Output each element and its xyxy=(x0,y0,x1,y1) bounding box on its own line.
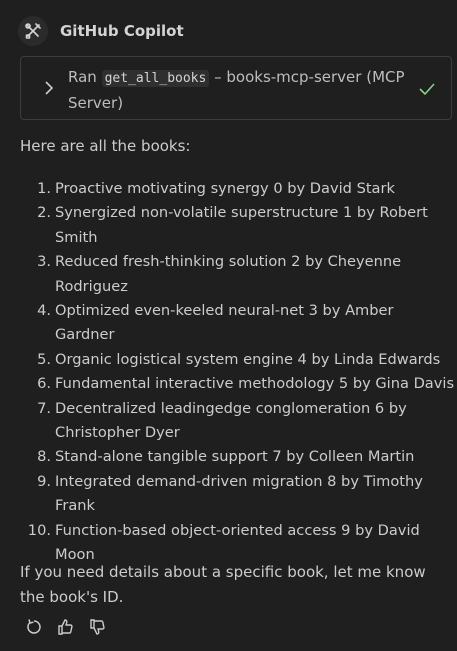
book-number: 5. xyxy=(37,350,51,368)
book-list: 1. Proactive motivating synergy 0 by Davi… xyxy=(20,177,457,568)
book-list-item: 6. Fundamental interactive methodology 5 … xyxy=(20,372,457,396)
book-title: Optimized even-keeled neural-net 3 by Am… xyxy=(55,302,394,344)
book-list-item: 2. Synergized non-volatile superstructure… xyxy=(20,201,457,250)
thumbs-down-button[interactable] xyxy=(88,617,108,637)
book-title: Decentralized leadingedge conglomeration… xyxy=(55,399,407,442)
message-actions xyxy=(24,617,108,637)
thumbs-up-icon[interactable] xyxy=(57,618,75,636)
chevron-right-icon[interactable] xyxy=(43,80,55,96)
check-icon xyxy=(419,83,435,96)
book-title: Fundamental interactive methodology 5 by… xyxy=(55,375,455,393)
retry-button[interactable] xyxy=(24,617,44,637)
book-number: 4. xyxy=(37,302,51,320)
book-number: 2. xyxy=(37,204,51,222)
book-title: Integrated demand-driven migration 8 by … xyxy=(55,472,423,515)
book-list-item: 8. Stand-alone tangible support 7 by Coll… xyxy=(20,445,457,469)
tool-call-prefix: Ran xyxy=(68,68,97,86)
book-number: 7. xyxy=(37,399,51,417)
book-number: 10. xyxy=(27,521,51,539)
book-list-item: 4. Optimized even-keeled neural-net 3 by … xyxy=(20,299,457,348)
response-intro: Here are all the books: xyxy=(20,137,191,155)
book-number: 8. xyxy=(37,448,51,466)
tools-icon xyxy=(25,23,41,39)
book-number: 1. xyxy=(37,180,51,197)
book-number: 9. xyxy=(37,472,51,490)
book-list-item: 9. Integrated demand-driven migration 8 b… xyxy=(20,470,457,519)
book-list-item: 3. Reduced fresh-thinking solution 2 by C… xyxy=(20,250,457,299)
book-title: Organic logistical system engine 4 by Li… xyxy=(55,350,441,368)
book-list-item: 1. Proactive motivating synergy 0 by Davi… xyxy=(20,177,457,201)
response-outro: If you need details about a specific boo… xyxy=(20,563,426,606)
chat-message-header: GitHub Copilot xyxy=(18,16,184,46)
thumbs-down-icon[interactable] xyxy=(89,618,107,636)
book-list-item: 5. Organic logistical system engine 4 by … xyxy=(20,348,457,372)
book-list-item: 7. Decentralized leadingedge conglomerati… xyxy=(20,397,457,446)
copilot-avatar xyxy=(18,16,48,46)
book-title: Function-based object-oriented access 9 … xyxy=(55,521,420,564)
tool-call-card[interactable]: Ran get_all_books – books-mcp-server (MC… xyxy=(20,56,452,120)
book-title: Synergized non-volatile superstructure 1… xyxy=(55,204,428,246)
tool-name: get_all_books xyxy=(101,70,210,87)
tool-call-summary: Ran get_all_books – books-mcp-server (MC… xyxy=(68,65,408,115)
agent-name: GitHub Copilot xyxy=(60,22,184,40)
book-number: 6. xyxy=(37,375,51,393)
book-number: 3. xyxy=(37,253,51,271)
book-title: Stand-alone tangible support 7 by Collee… xyxy=(55,448,415,466)
book-title: Reduced fresh-thinking solution 2 by Che… xyxy=(55,253,402,295)
thumbs-up-button[interactable] xyxy=(56,617,76,637)
book-title: Proactive motivating synergy 0 by David … xyxy=(55,180,395,197)
retry-icon[interactable] xyxy=(25,618,43,636)
